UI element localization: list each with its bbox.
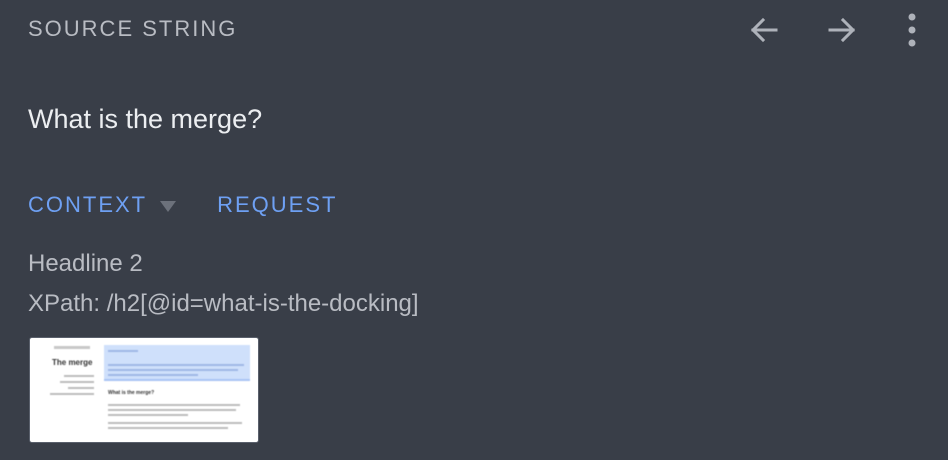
thumbnail-section-heading: What is the merge? [108,390,155,396]
more-vertical-icon [908,13,916,47]
thumbnail-highlight-line [108,350,138,352]
element-type: Headline 2 [28,250,143,277]
thumbnail-nav-line [68,387,94,389]
arrow-left-icon [750,17,778,43]
tab-request-label: REQUEST [217,192,338,217]
thumbnail-page-title: The merge [52,358,93,367]
tab-request[interactable]: REQUEST [217,192,337,218]
thumbnail-nav-line [60,381,94,383]
thumbnail-highlight-line [108,364,244,366]
header-title: SOURCE STRING [28,16,238,41]
tab-context-label: CONTEXT [28,192,148,217]
navigation-controls [744,10,924,50]
thumbnail-text-line [108,414,188,416]
next-button[interactable] [822,10,862,50]
thumbnail-text-line [108,404,240,406]
thumbnail-highlight-line [108,369,238,371]
more-options-button[interactable] [900,10,924,50]
thumbnail-text-line [108,427,228,429]
thumbnail-breadcrumb [54,346,90,349]
arrow-right-icon [828,17,856,43]
thumbnail-text-line [108,409,236,411]
page-screenshot-thumbnail[interactable]: The merge What is the merge? [29,337,259,443]
thumbnail-nav-line [64,375,94,377]
context-tabs: CONTEXT REQUEST [28,192,337,218]
context-details: Headline 2 XPath: /h2[@id=what-is-the-do… [28,244,419,324]
xpath-value: XPath: /h2[@id=what-is-the-docking] [28,290,419,317]
thumbnail-nav-line [50,393,94,395]
tab-context[interactable]: CONTEXT [28,192,177,218]
previous-button[interactable] [744,10,784,50]
caret-down-icon [160,201,177,212]
thumbnail-highlight-line [108,374,198,376]
source-string-text: What is the merge? [28,104,263,134]
thumbnail-text-line [108,422,242,424]
thumbnail-content: The merge What is the merge? [30,338,258,442]
